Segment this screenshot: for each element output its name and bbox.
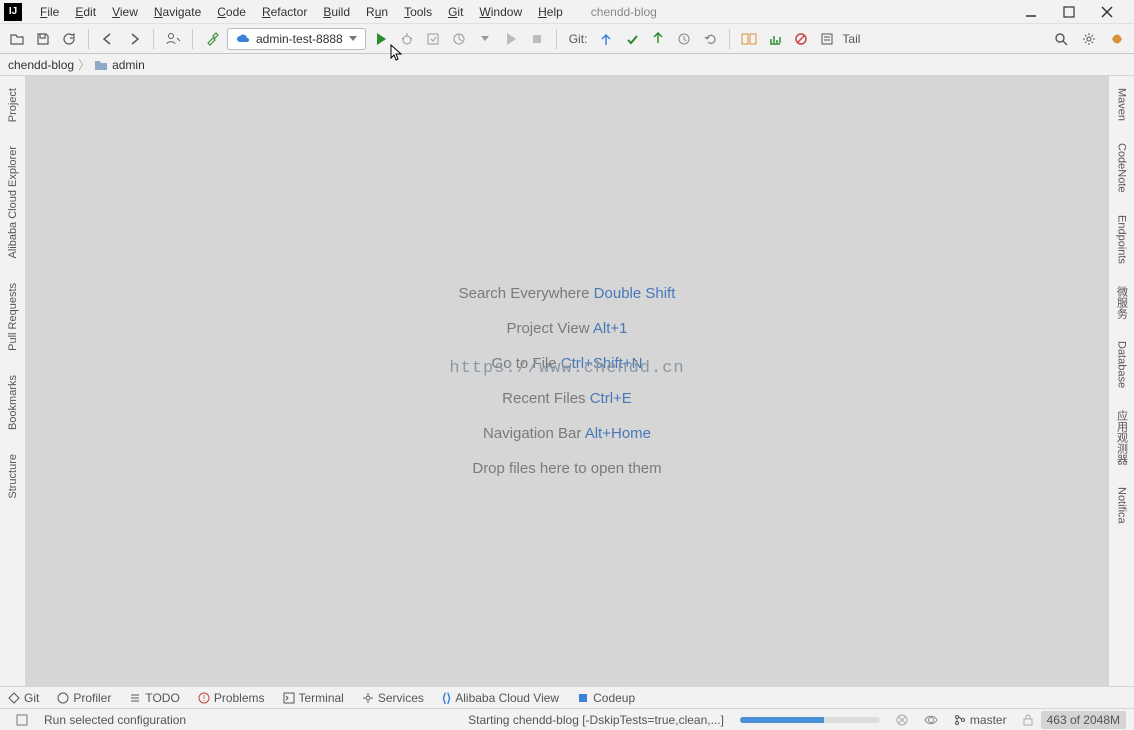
menu-navigate[interactable]: Navigate [146, 3, 209, 21]
git-update-icon[interactable] [595, 28, 617, 50]
tip-recent-files: Recent Files Ctrl+E [502, 390, 632, 407]
stop-task-icon[interactable] [888, 714, 916, 726]
menu-edit[interactable]: Edit [67, 3, 104, 21]
toolbar: admin-test-8888 Git: Tail [0, 24, 1134, 54]
svg-text:!: ! [203, 694, 205, 703]
tab-alibaba-explorer[interactable]: Alibaba Cloud Explorer [7, 142, 19, 263]
git-history-icon[interactable] [673, 28, 695, 50]
tab-pull-requests[interactable]: Pull Requests [7, 279, 19, 355]
nosign-icon[interactable] [790, 28, 812, 50]
coverage-icon[interactable] [422, 28, 444, 50]
bg-task-icon[interactable] [916, 715, 946, 725]
tip-project-view: Project View Alt+1 [506, 320, 627, 337]
tab-bookmarks[interactable]: Bookmarks [7, 371, 19, 434]
refresh-icon[interactable] [58, 28, 80, 50]
tip-drop-files: Drop files here to open them [472, 460, 661, 477]
status-message: Run selected configuration [36, 713, 194, 727]
editor-area[interactable]: Search Everywhere Double Shift Project V… [26, 76, 1108, 686]
menu-help[interactable]: Help [530, 3, 571, 21]
run-config-name: admin-test-8888 [256, 32, 343, 46]
stop-icon[interactable] [526, 28, 548, 50]
hammer-icon[interactable] [201, 28, 223, 50]
status-window-icon[interactable] [8, 714, 36, 726]
tail-label[interactable]: Tail [842, 32, 860, 46]
more-run-icon[interactable] [474, 28, 496, 50]
status-task[interactable]: Starting chendd-blog [-DskipTests=true,c… [460, 713, 732, 727]
run-config-selector[interactable]: admin-test-8888 [227, 28, 366, 50]
forward-icon[interactable] [123, 28, 145, 50]
profile-icon[interactable] [448, 28, 470, 50]
bottom-todo[interactable]: TODO [129, 691, 179, 705]
ali-toolkit-icon[interactable] [738, 28, 760, 50]
run2-icon[interactable] [500, 28, 522, 50]
lock-icon[interactable] [1015, 714, 1041, 726]
menu-view[interactable]: View [104, 3, 146, 21]
bottom-problems[interactable]: !Problems [198, 691, 265, 705]
open-icon[interactable] [6, 28, 28, 50]
watermark: https://www.chendd.cn [449, 359, 684, 378]
git-push-icon[interactable] [647, 28, 669, 50]
menu-build[interactable]: Build [315, 3, 358, 21]
tip-search: Search Everywhere Double Shift [459, 285, 676, 302]
tab-codenote[interactable]: CodeNote [1116, 139, 1128, 197]
chevron-right-icon: 〉 [78, 56, 90, 73]
tab-observer[interactable]: 应用观测器 [1114, 406, 1130, 469]
breadcrumb-project[interactable]: chendd-blog [8, 58, 74, 72]
chart-icon[interactable] [764, 28, 786, 50]
progress-bar[interactable] [732, 717, 888, 723]
search-icon[interactable] [1050, 28, 1072, 50]
bottom-terminal[interactable]: Terminal [283, 691, 344, 705]
tab-maven[interactable]: Maven [1116, 84, 1128, 125]
menu-run[interactable]: Run [358, 3, 396, 21]
bottom-alibaba-view[interactable]: ⟨⟩Alibaba Cloud View [442, 691, 559, 705]
tab-project[interactable]: Project [7, 84, 19, 126]
bottom-codeup[interactable]: Codeup [577, 691, 635, 705]
git-branch[interactable]: master [946, 713, 1015, 727]
project-title: chendd-blog [591, 5, 657, 19]
maximize-icon[interactable] [1062, 5, 1076, 19]
cloud-icon [236, 33, 250, 45]
git-label: Git: [569, 32, 588, 46]
person-icon[interactable] [162, 28, 184, 50]
menubar: IJ File Edit View Navigate Code Refactor… [0, 0, 1134, 24]
tip-nav-bar: Navigation Bar Alt+Home [483, 425, 651, 442]
run-icon[interactable] [370, 28, 392, 50]
main-area: Project Alibaba Cloud Explorer Pull Requ… [0, 76, 1134, 686]
tab-endpoints[interactable]: Endpoints [1116, 211, 1128, 268]
tab-notifications[interactable]: Notifica [1116, 483, 1128, 528]
left-toolwindow-bar: Project Alibaba Cloud Explorer Pull Requ… [0, 76, 26, 686]
memory-indicator[interactable]: 463 of 2048M [1041, 711, 1126, 729]
app-icon: IJ [4, 3, 22, 21]
menu-file[interactable]: File [32, 3, 67, 21]
gear-icon[interactable] [1078, 28, 1100, 50]
statusbar: Run selected configuration Starting chen… [0, 708, 1134, 730]
bottom-services[interactable]: Services [362, 691, 424, 705]
tab-database[interactable]: Database [1116, 337, 1128, 392]
git-rollback-icon[interactable] [699, 28, 721, 50]
folder-icon [94, 59, 108, 71]
minimize-icon[interactable] [1024, 5, 1038, 19]
tab-structure[interactable]: Structure [7, 450, 19, 503]
menu-tools[interactable]: Tools [396, 3, 440, 21]
bottom-toolwindow-bar: Git Profiler TODO !Problems Terminal Ser… [0, 686, 1134, 708]
save-icon[interactable] [32, 28, 54, 50]
menu-refactor[interactable]: Refactor [254, 3, 315, 21]
menu-window[interactable]: Window [471, 3, 530, 21]
bottom-git[interactable]: Git [8, 691, 39, 705]
tab-microservice[interactable]: 微服务 [1114, 282, 1130, 323]
bottom-profiler[interactable]: Profiler [57, 691, 111, 705]
close-icon[interactable] [1100, 5, 1114, 19]
chevron-down-icon [349, 36, 357, 42]
menu-git[interactable]: Git [440, 3, 471, 21]
breadcrumb-module[interactable]: admin [94, 58, 145, 72]
git-commit-icon[interactable] [621, 28, 643, 50]
breadcrumb: chendd-blog 〉 admin [0, 54, 1134, 76]
right-toolwindow-bar: Maven CodeNote Endpoints 微服务 Database 应用… [1108, 76, 1134, 686]
menu-code[interactable]: Code [209, 3, 254, 21]
plugin-icon[interactable] [1106, 28, 1128, 50]
back-icon[interactable] [97, 28, 119, 50]
tail-icon[interactable] [816, 28, 838, 50]
debug-icon[interactable] [396, 28, 418, 50]
